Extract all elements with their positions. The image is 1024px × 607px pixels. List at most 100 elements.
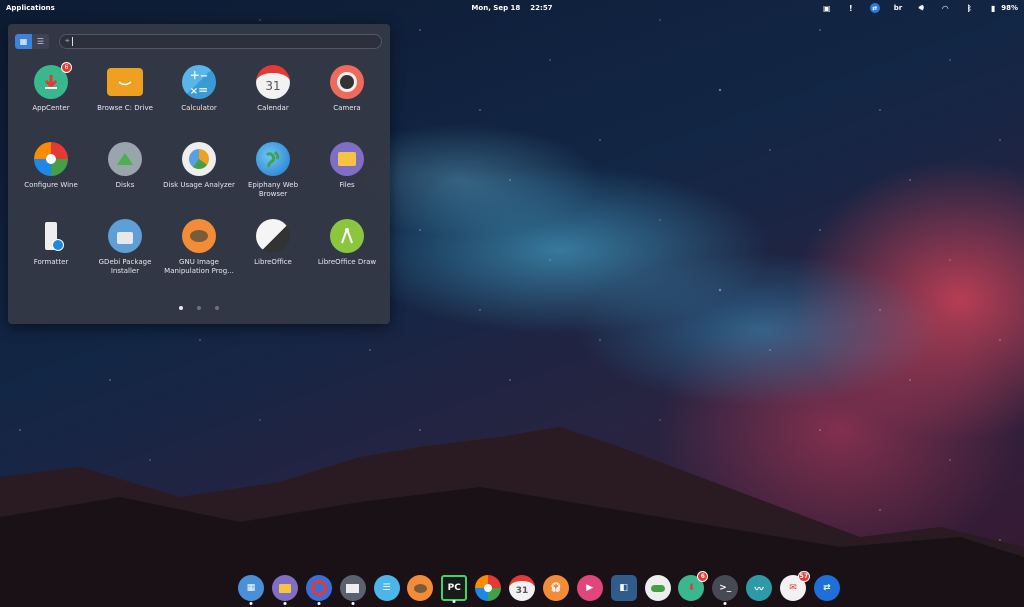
app-formatter[interactable]: Formatter xyxy=(14,219,88,267)
category-view-button[interactable]: ☰ xyxy=(32,34,49,49)
grid-view-button[interactable]: ▦ xyxy=(15,33,32,49)
clock-date: Mon, Sep 18 xyxy=(471,4,521,12)
pulse-icon: 〰 xyxy=(754,584,764,595)
app-files[interactable]: Files xyxy=(310,142,384,190)
dock: ▦ ☰ PC 31 🎧︎ ▶ ◧ ⬇ 6 >_ 〰 ✉ 57 ⇄ xyxy=(236,571,842,605)
toggle-icon xyxy=(650,584,665,592)
page-indicator xyxy=(8,306,390,310)
battery-indicator[interactable]: ▮ 98% xyxy=(988,3,1018,13)
dock-gimp[interactable] xyxy=(407,575,434,601)
app-calendar[interactable]: 31 Calendar xyxy=(236,65,310,113)
app-label: Disks xyxy=(115,181,135,189)
running-indicator xyxy=(351,602,355,605)
app-epiphany-web-browser[interactable]: Epiphany Web Browser xyxy=(236,142,310,199)
appcenter-badge: 6 xyxy=(61,62,72,73)
battery-icon: ▮ xyxy=(991,3,996,13)
app-configure-wine[interactable]: Configure Wine xyxy=(14,142,88,190)
dock-photos[interactable]: ◧ xyxy=(610,575,637,601)
app-gimp[interactable]: GNU Image Manipulation Prog... xyxy=(162,219,236,276)
app-launcher: ▦ ☰ ⌖ 6 AppCenter Browse C: Drive ＋− ×＝ C… xyxy=(8,24,390,324)
sync-icon[interactable]: ⇄ xyxy=(869,3,880,13)
mail-client-icon: ✉ xyxy=(789,583,797,593)
calculator-icon: ＋− ×＝ xyxy=(182,65,216,99)
page-dot[interactable] xyxy=(215,306,219,310)
gimp-icon xyxy=(413,583,427,593)
dock-sync[interactable]: ⇄ xyxy=(813,575,840,601)
dock-appcenter[interactable]: ⬇ 6 xyxy=(678,571,709,601)
app-calculator[interactable]: ＋− ×＝ Calculator xyxy=(162,65,236,113)
wine-icon xyxy=(484,584,493,592)
keyboard-layout[interactable]: br xyxy=(894,4,902,12)
usb-drive-icon xyxy=(34,219,68,253)
package-icon xyxy=(108,219,142,253)
dock-multitasking[interactable]: ▦ xyxy=(238,575,264,605)
top-panel: Applications Mon, Sep 18 22:57 ▣ ǃ ⇄ br … xyxy=(0,0,1024,16)
notes-icon: ☰ xyxy=(382,583,391,593)
app-label: Epiphany Web Browser xyxy=(247,181,299,198)
terminal-icon: >_ xyxy=(719,583,732,593)
app-label: Camera xyxy=(333,104,361,112)
clock-time: 22:57 xyxy=(530,4,553,12)
app-appcenter[interactable]: 6 AppCenter xyxy=(14,62,88,113)
search-field[interactable]: ⌖ xyxy=(59,33,382,49)
running-indicator xyxy=(723,602,727,605)
app-label: GNU Image Manipulation Prog... xyxy=(164,258,234,275)
mail-icon xyxy=(346,583,360,593)
dock-terminal[interactable]: >_ xyxy=(712,575,739,605)
screenshot-icon[interactable]: ▣ xyxy=(822,3,832,13)
text-caret xyxy=(71,36,73,46)
dock-mail-client[interactable]: ✉ 57 xyxy=(780,571,810,601)
dock-switchboard[interactable] xyxy=(644,575,671,601)
app-browse-c-drive[interactable]: Browse C: Drive xyxy=(88,65,162,113)
app-camera[interactable]: Camera xyxy=(310,65,384,113)
app-disks[interactable]: Disks xyxy=(88,142,162,190)
search-input[interactable] xyxy=(76,36,381,46)
dock-system-monitor[interactable]: 〰 xyxy=(746,575,773,601)
dock-music[interactable]: 🎧︎ xyxy=(542,575,569,601)
system-tray: ▣ ǃ ⇄ br 🔊︎ ◠ ᛒ ▮ 98% xyxy=(822,3,1018,13)
wine-icon xyxy=(34,142,68,176)
app-label: Calculator xyxy=(181,104,217,112)
running-indicator xyxy=(452,600,456,603)
globe-icon xyxy=(256,142,290,176)
opera-icon xyxy=(310,580,327,596)
app-label: Disk Usage Analyzer xyxy=(163,181,235,189)
clock[interactable]: Mon, Sep 18 22:57 xyxy=(471,4,552,12)
disk-usage-icon xyxy=(182,142,216,176)
dock-videos[interactable]: ▶ xyxy=(576,575,603,601)
page-dot[interactable] xyxy=(197,306,201,310)
page-dot[interactable] xyxy=(179,306,183,310)
app-disk-usage-analyzer[interactable]: Disk Usage Analyzer xyxy=(162,142,236,190)
list-icon: ☰ xyxy=(36,36,45,46)
app-label: GDebi Package Installer xyxy=(98,258,152,275)
dock-notes[interactable]: ☰ xyxy=(373,575,400,601)
dock-files[interactable] xyxy=(271,575,298,605)
view-toggle: ▦ ☰ xyxy=(15,33,49,49)
app-libreoffice-draw[interactable]: LibreOffice Draw xyxy=(310,219,384,267)
gimp-icon xyxy=(182,219,216,253)
running-indicator xyxy=(249,602,253,605)
sync-icon: ⇄ xyxy=(823,583,831,593)
disks-icon xyxy=(108,142,142,176)
app-libreoffice[interactable]: LibreOffice xyxy=(236,219,310,267)
draw-icon xyxy=(330,219,364,253)
app-label: Browse C: Drive xyxy=(97,104,153,112)
dock-wine[interactable] xyxy=(475,575,502,601)
wifi-icon[interactable]: ◠ xyxy=(940,3,950,13)
grid-icon: ▦ xyxy=(19,36,28,46)
dock-pycharm[interactable]: PC xyxy=(441,575,468,603)
multitasking-icon: ▦ xyxy=(246,583,256,593)
launcher-toolbar: ▦ ☰ ⌖ xyxy=(15,33,382,49)
dock-opera[interactable] xyxy=(305,575,332,605)
dock-calendar[interactable]: 31 xyxy=(509,575,535,601)
app-gdebi[interactable]: GDebi Package Installer xyxy=(88,219,162,276)
applications-menu[interactable]: Applications xyxy=(6,4,55,12)
running-indicator xyxy=(283,602,287,605)
dock-mail[interactable] xyxy=(339,575,366,605)
bluetooth-icon[interactable]: ᛒ xyxy=(964,3,974,13)
appcenter-icon: ⬇ xyxy=(687,583,696,593)
calendar-day: 31 xyxy=(265,79,281,93)
volume-icon[interactable]: 🔊︎ xyxy=(916,3,926,13)
notifications-icon[interactable]: ǃ xyxy=(846,3,856,13)
calendar-icon: 31 xyxy=(515,586,529,596)
